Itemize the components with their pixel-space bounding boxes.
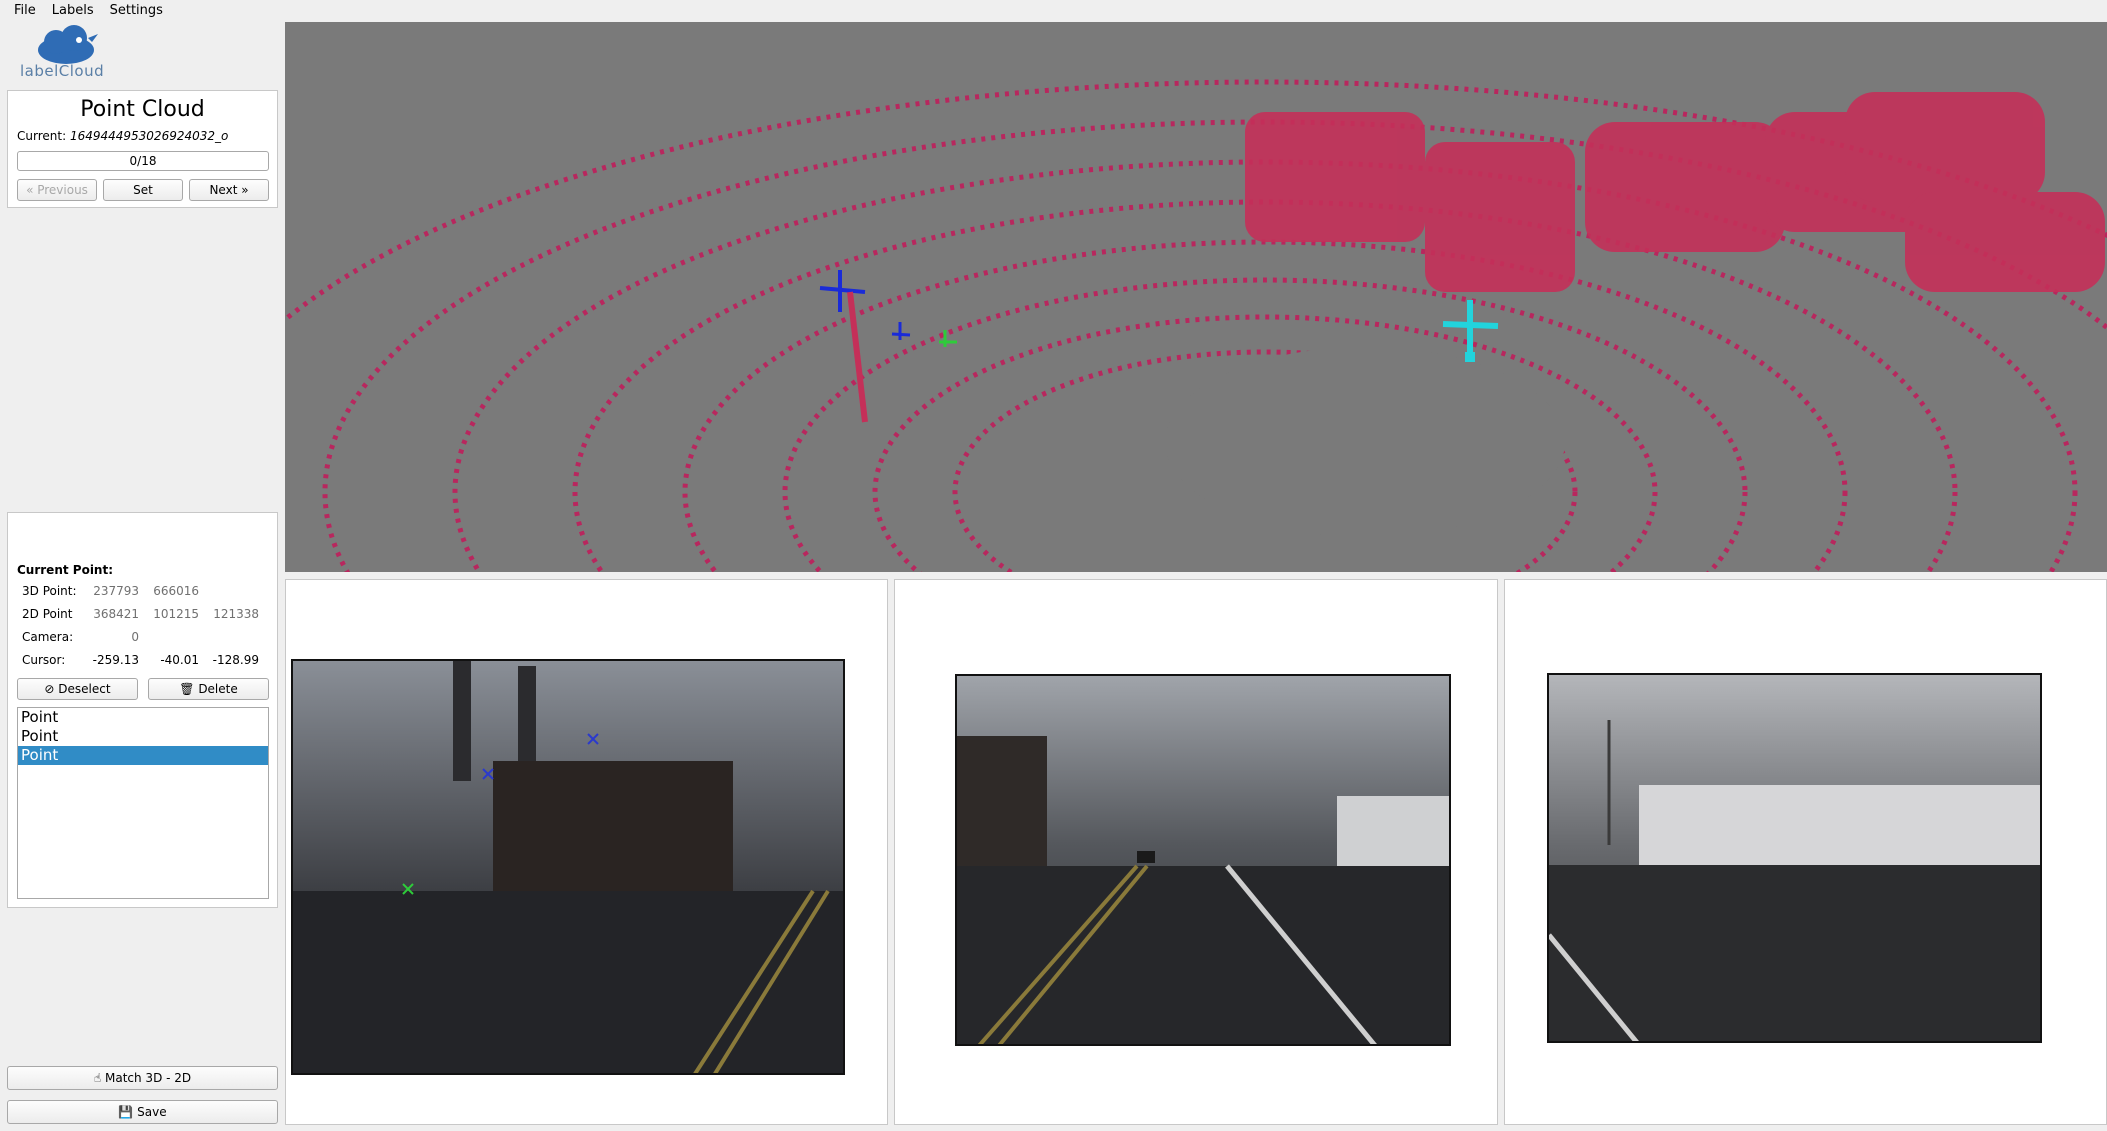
camera-row: Camera: 0 — [22, 630, 272, 646]
cursor-value-y: -40.01 — [160, 653, 199, 667]
app-logo: labelCloud — [18, 24, 128, 82]
camera-panel-0 — [285, 579, 888, 1125]
point2d-value-2: 121338 — [213, 607, 259, 621]
current-label: Current: — [17, 129, 67, 143]
point2d-row: 2D Point 368421 101215 121338 — [22, 607, 272, 623]
camera-photo-2 — [1549, 675, 2040, 1041]
camera-panel-2 — [1504, 579, 2107, 1125]
set-button[interactable]: Set — [103, 179, 183, 201]
point2d-value-0: 368421 — [93, 607, 139, 621]
pointer-icon: ☝ — [93, 1071, 102, 1085]
point3d-value-0: 237793 — [93, 584, 139, 598]
menu-settings[interactable]: Settings — [102, 0, 171, 22]
camera-photo-0 — [293, 661, 843, 1073]
point3d-value-1: 666016 — [153, 584, 199, 598]
current-point-title: Current Point: — [17, 563, 114, 577]
point3d-row: 3D Point: 237793 666016 — [22, 584, 272, 600]
delete-button[interactable]: 🗑 Delete — [148, 678, 269, 700]
camera-image-1[interactable] — [955, 674, 1451, 1046]
cloud-logo-icon — [38, 25, 98, 64]
panel-title: Point Cloud — [80, 97, 205, 122]
point-cloud-canvas — [285, 22, 2107, 572]
current-filename: 1649444953026924032_o — [69, 129, 229, 143]
camera-label: Camera: — [22, 630, 74, 644]
save-icon: 💾 — [118, 1105, 134, 1119]
deselect-icon: ⊘ — [44, 682, 55, 696]
point2d-label: 2D Point — [22, 607, 73, 621]
deselect-label: Deselect — [58, 682, 111, 696]
list-item[interactable]: Point — [18, 708, 268, 727]
point-list[interactable]: Point Point Point — [17, 707, 269, 899]
menu-file[interactable]: File — [6, 0, 44, 22]
trash-icon: 🗑 — [179, 682, 195, 696]
match-label: Match 3D - 2D — [105, 1071, 192, 1085]
list-item[interactable]: Point — [18, 727, 268, 746]
camera-value: 0 — [131, 630, 139, 644]
match-3d-2d-button[interactable]: ☝ Match 3D - 2D — [7, 1066, 278, 1090]
point-cloud-viewer[interactable] — [285, 22, 2107, 572]
current-file: Current: 1649444953026924032_o — [17, 129, 228, 143]
camera-panel-1 — [894, 579, 1498, 1125]
menu-labels[interactable]: Labels — [44, 0, 102, 22]
menu-bar: File Labels Settings — [0, 0, 2107, 22]
deselect-button[interactable]: ⊘ Deselect — [17, 678, 138, 700]
camera-image-2[interactable] — [1547, 673, 2042, 1043]
next-button[interactable]: Next » — [189, 179, 269, 201]
point3d-label: 3D Point: — [22, 584, 77, 598]
point-cloud-panel: Point Cloud Current: 1649444953026924032… — [7, 90, 278, 208]
list-item-selected[interactable]: Point — [18, 746, 268, 765]
save-label: Save — [137, 1105, 167, 1119]
cursor-value-z: -128.99 — [212, 653, 259, 667]
file-progress-bar: 0/18 — [17, 151, 269, 171]
previous-button[interactable]: « Previous — [17, 179, 97, 201]
delete-label: Delete — [198, 682, 238, 696]
cursor-value-x: -259.13 — [92, 653, 139, 667]
current-point-panel: Current Point: 3D Point: 237793 666016 2… — [7, 512, 278, 908]
cursor-row: Cursor: -259.13 -40.01 -128.99 — [22, 653, 272, 669]
camera-image-0[interactable] — [291, 659, 845, 1075]
point2d-value-1: 101215 — [153, 607, 199, 621]
cursor-label: Cursor: — [22, 653, 66, 667]
logo-text: labelCloud — [20, 62, 105, 80]
save-button[interactable]: 💾 Save — [7, 1100, 278, 1124]
camera-photo-1 — [957, 676, 1449, 1044]
